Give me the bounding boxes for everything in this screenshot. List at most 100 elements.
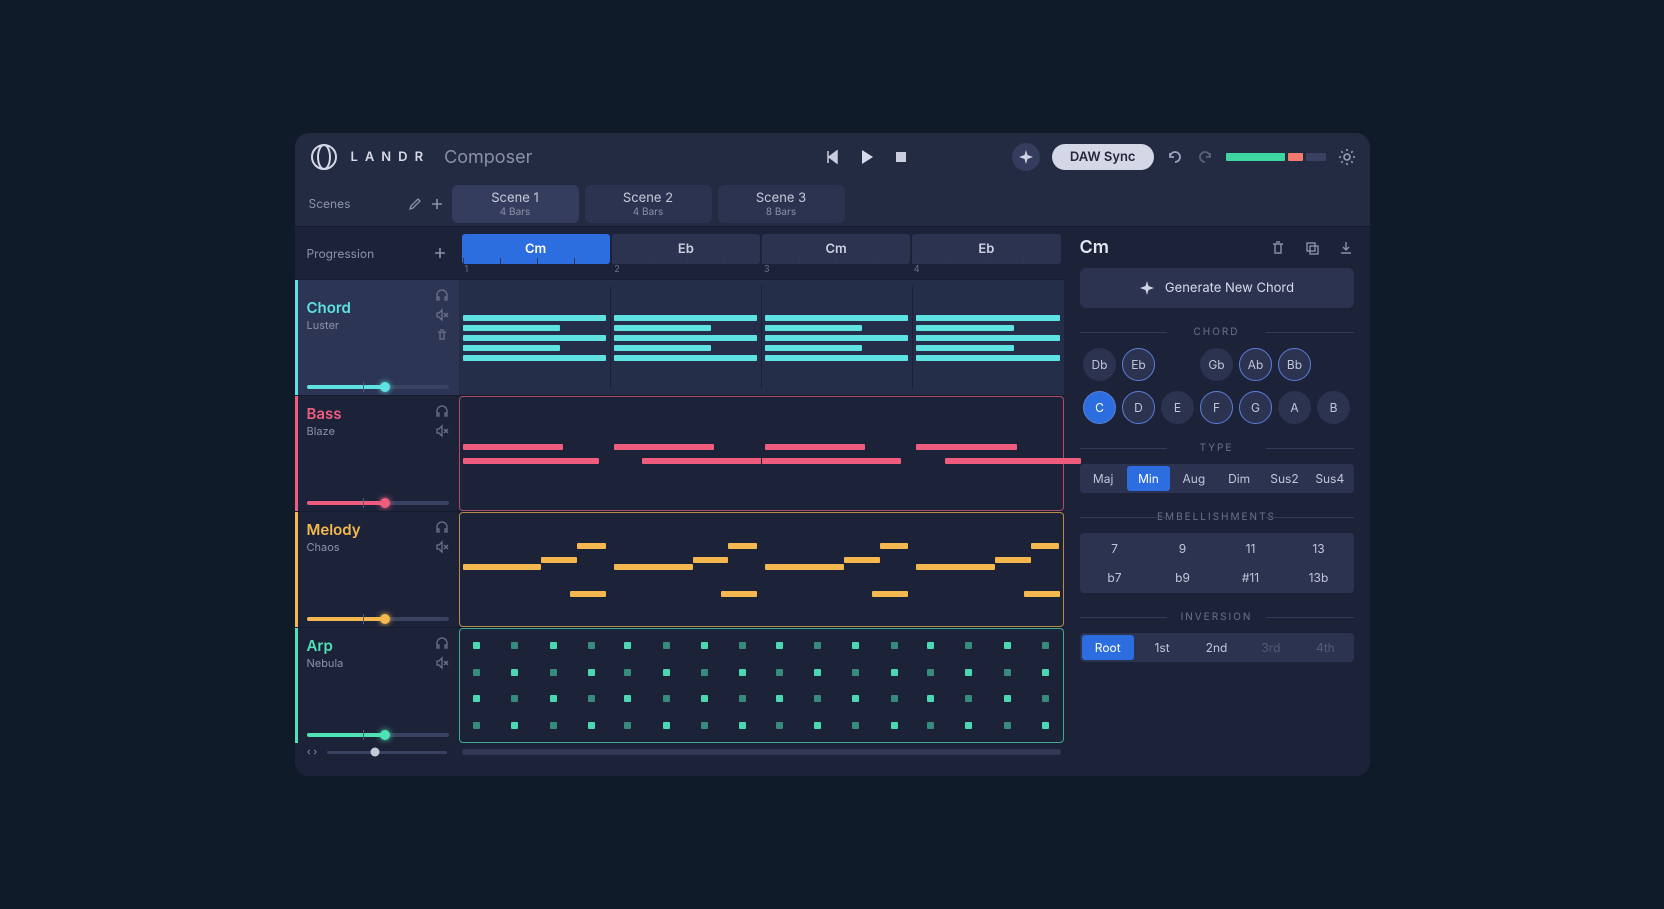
chord-type-row: MajMinAugDimSus2Sus4 xyxy=(1080,464,1354,493)
root-note-c[interactable]: C xyxy=(1083,391,1116,424)
scene-name: Scene 2 xyxy=(623,190,673,206)
scene-tab-1[interactable]: Scene 1 4 Bars xyxy=(452,185,579,223)
root-note-bb[interactable]: Bb xyxy=(1278,348,1311,381)
chord-type-sus4[interactable]: Sus4 xyxy=(1308,466,1351,491)
root-note-gb[interactable]: Gb xyxy=(1200,348,1233,381)
pencil-icon[interactable] xyxy=(408,197,422,211)
root-note-g[interactable]: G xyxy=(1239,391,1272,424)
play-icon[interactable] xyxy=(858,148,876,166)
inversion-row: Root1st2nd3rd4th xyxy=(1080,633,1354,662)
generate-chord-label: Generate New Chord xyxy=(1165,280,1294,296)
stop-icon[interactable] xyxy=(894,150,908,164)
redo-icon[interactable] xyxy=(1196,148,1214,166)
scenes-label: Scenes xyxy=(309,196,351,211)
mute-icon[interactable] xyxy=(435,424,449,438)
root-note-row-bottom: CDEFGAB xyxy=(1080,391,1354,424)
track-head-bass[interactable]: Bass Blaze xyxy=(295,395,459,511)
logo-icon xyxy=(309,142,339,172)
mute-icon[interactable] xyxy=(435,540,449,554)
clip-lane-arp[interactable] xyxy=(459,627,1064,743)
mute-icon[interactable] xyxy=(435,656,449,670)
chord-type-dim[interactable]: Dim xyxy=(1217,466,1260,491)
zoom-handles-icon[interactable] xyxy=(307,747,317,757)
embellishment-7[interactable]: 7 xyxy=(1082,535,1148,562)
clip-lane-melody[interactable] xyxy=(459,511,1064,627)
track-head-melody[interactable]: Melody Chaos xyxy=(295,511,459,627)
ai-sparkle-button[interactable] xyxy=(1012,143,1040,171)
tracks-left-column: Progression Chord Luster xyxy=(295,227,459,776)
footer-left xyxy=(295,743,459,761)
root-note-e[interactable]: E xyxy=(1161,391,1194,424)
trash-icon[interactable] xyxy=(1270,240,1286,256)
footer-center xyxy=(459,743,1064,761)
embellishment-13b[interactable]: 13b xyxy=(1286,564,1352,591)
zoom-slider[interactable] xyxy=(327,751,447,754)
topbar: LANDR Composer DAW Sync xyxy=(295,133,1370,181)
mute-icon[interactable] xyxy=(435,308,449,322)
scene-bars: 4 Bars xyxy=(633,206,663,218)
headphones-icon[interactable] xyxy=(435,636,449,650)
track-subtitle: Nebula xyxy=(307,656,344,670)
track-title: Arp xyxy=(307,636,344,655)
clip-lane-bass[interactable] xyxy=(459,395,1064,511)
add-progression-icon[interactable] xyxy=(433,246,447,260)
inversion-root[interactable]: Root xyxy=(1082,635,1134,660)
daw-sync-button[interactable]: DAW Sync xyxy=(1052,144,1154,170)
gear-icon[interactable] xyxy=(1338,148,1356,166)
download-icon[interactable] xyxy=(1338,240,1354,256)
embellishment-b7[interactable]: b7 xyxy=(1082,564,1148,591)
selected-chord-name: Cm xyxy=(1080,237,1109,258)
inversion-2nd[interactable]: 2nd xyxy=(1190,635,1242,660)
main-area: Progression Chord Luster xyxy=(295,226,1370,776)
embellishments-grid: 791113 b7b9#1113b xyxy=(1080,533,1354,593)
chord-type-sus2[interactable]: Sus2 xyxy=(1263,466,1306,491)
embellishment-13[interactable]: 13 xyxy=(1286,535,1352,562)
horizontal-scrollbar[interactable] xyxy=(462,749,1061,755)
section-inv-label: INVERSION xyxy=(1080,611,1354,623)
topbar-right: DAW Sync xyxy=(1012,143,1356,171)
root-note-eb[interactable]: Eb xyxy=(1122,348,1155,381)
track-head-arp[interactable]: Arp Nebula xyxy=(295,627,459,743)
undo-icon[interactable] xyxy=(1166,148,1184,166)
headphones-icon[interactable] xyxy=(435,520,449,534)
volume-slider[interactable] xyxy=(307,733,449,737)
brand-name: LANDR xyxy=(351,149,431,165)
trash-icon[interactable] xyxy=(435,328,449,342)
embellishment-9[interactable]: 9 xyxy=(1150,535,1216,562)
chord-type-aug[interactable]: Aug xyxy=(1172,466,1215,491)
embellishment-11[interactable]: 11 xyxy=(1218,535,1284,562)
volume-slider[interactable] xyxy=(307,385,449,389)
clip-lane-chord[interactable] xyxy=(459,279,1064,395)
inversion-3rd: 3rd xyxy=(1245,635,1297,660)
headphones-icon[interactable] xyxy=(435,288,449,302)
track-title: Chord xyxy=(307,298,351,317)
root-note-b[interactable]: B xyxy=(1317,391,1350,424)
root-note-d[interactable]: D xyxy=(1122,391,1155,424)
root-note-a[interactable]: A xyxy=(1278,391,1311,424)
scene-strip: Scenes Scene 1 4 BarsScene 2 4 BarsScene… xyxy=(295,181,1370,226)
inversion-1st[interactable]: 1st xyxy=(1136,635,1188,660)
composer-window: LANDR Composer DAW Sync xyxy=(295,133,1370,776)
section-emb-label: EMBELLISHMENTS xyxy=(1080,511,1354,523)
sparkle-icon xyxy=(1139,280,1155,296)
chord-type-min[interactable]: Min xyxy=(1127,466,1170,491)
embellishment-sharp11[interactable]: #11 xyxy=(1218,564,1284,591)
chord-type-maj[interactable]: Maj xyxy=(1082,466,1125,491)
zoom-thumb[interactable] xyxy=(370,748,379,757)
volume-slider[interactable] xyxy=(307,617,449,621)
headphones-icon[interactable] xyxy=(435,404,449,418)
volume-slider[interactable] xyxy=(307,501,449,505)
generate-chord-button[interactable]: Generate New Chord xyxy=(1080,268,1354,308)
root-note-f[interactable]: F xyxy=(1200,391,1233,424)
section-chord-label: CHORD xyxy=(1080,326,1354,338)
scene-tab-2[interactable]: Scene 2 4 Bars xyxy=(585,185,712,223)
scene-tab-3[interactable]: Scene 3 8 Bars xyxy=(718,185,845,223)
skip-back-icon[interactable] xyxy=(824,149,840,165)
scene-bars: 8 Bars xyxy=(766,206,796,218)
copy-icon[interactable] xyxy=(1304,240,1320,256)
root-note-db[interactable]: Db xyxy=(1083,348,1116,381)
embellishment-b9[interactable]: b9 xyxy=(1150,564,1216,591)
root-note-ab[interactable]: Ab xyxy=(1239,348,1272,381)
track-head-chord[interactable]: Chord Luster xyxy=(295,279,459,395)
plus-icon[interactable] xyxy=(430,197,444,211)
